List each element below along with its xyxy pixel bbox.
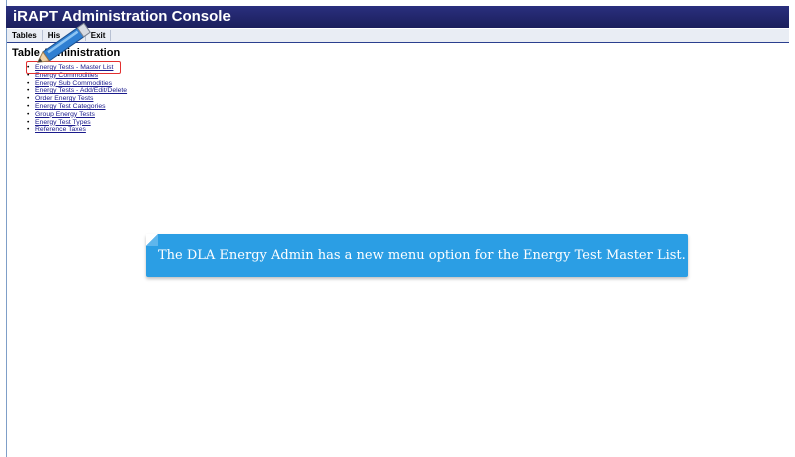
bullet-icon: • — [27, 79, 30, 87]
link-reference-taxes[interactable]: Reference Taxes — [35, 126, 86, 133]
callout-text: The DLA Energy Admin has a new menu opti… — [158, 248, 686, 263]
app-title: iRAPT Administration Console — [6, 6, 789, 28]
list-item: • Energy Test Types — [26, 119, 127, 127]
menu-bar: Tables His Exit — [7, 29, 789, 43]
list-item: • Energy Tests - Add/Edit/Delete — [26, 87, 127, 95]
bullet-icon: • — [27, 102, 30, 110]
list-item: • Energy Sub Commodities — [26, 80, 127, 88]
link-energy-test-categories[interactable]: Energy Test Categories — [35, 103, 106, 110]
bullet-icon: • — [27, 126, 30, 134]
instruction-callout: The DLA Energy Admin has a new menu opti… — [146, 234, 688, 277]
link-order-energy-tests[interactable]: Order Energy Tests — [35, 95, 93, 102]
bullet-icon: • — [27, 87, 30, 95]
folded-corner-icon — [146, 234, 158, 246]
link-energy-test-types[interactable]: Energy Test Types — [35, 119, 91, 126]
bullet-icon: • — [27, 95, 30, 103]
list-item: • Order Energy Tests — [26, 95, 127, 103]
bullet-icon: • — [27, 118, 30, 126]
admin-link-list: • Energy Tests - Master List • Energy Comm… — [26, 64, 127, 134]
list-item: • Group Energy Tests — [26, 111, 127, 119]
link-energy-tests-add-edit-delete[interactable]: Energy Tests - Add/Edit/Delete — [35, 87, 127, 94]
bullet-icon: • — [27, 110, 30, 118]
link-energy-sub-commodities[interactable]: Energy Sub Commodities — [35, 80, 112, 87]
link-group-energy-tests[interactable]: Group Energy Tests — [35, 111, 95, 118]
pencil-icon — [37, 22, 91, 63]
list-item: • Reference Taxes — [26, 126, 127, 134]
list-item: • Energy Test Categories — [26, 103, 127, 111]
